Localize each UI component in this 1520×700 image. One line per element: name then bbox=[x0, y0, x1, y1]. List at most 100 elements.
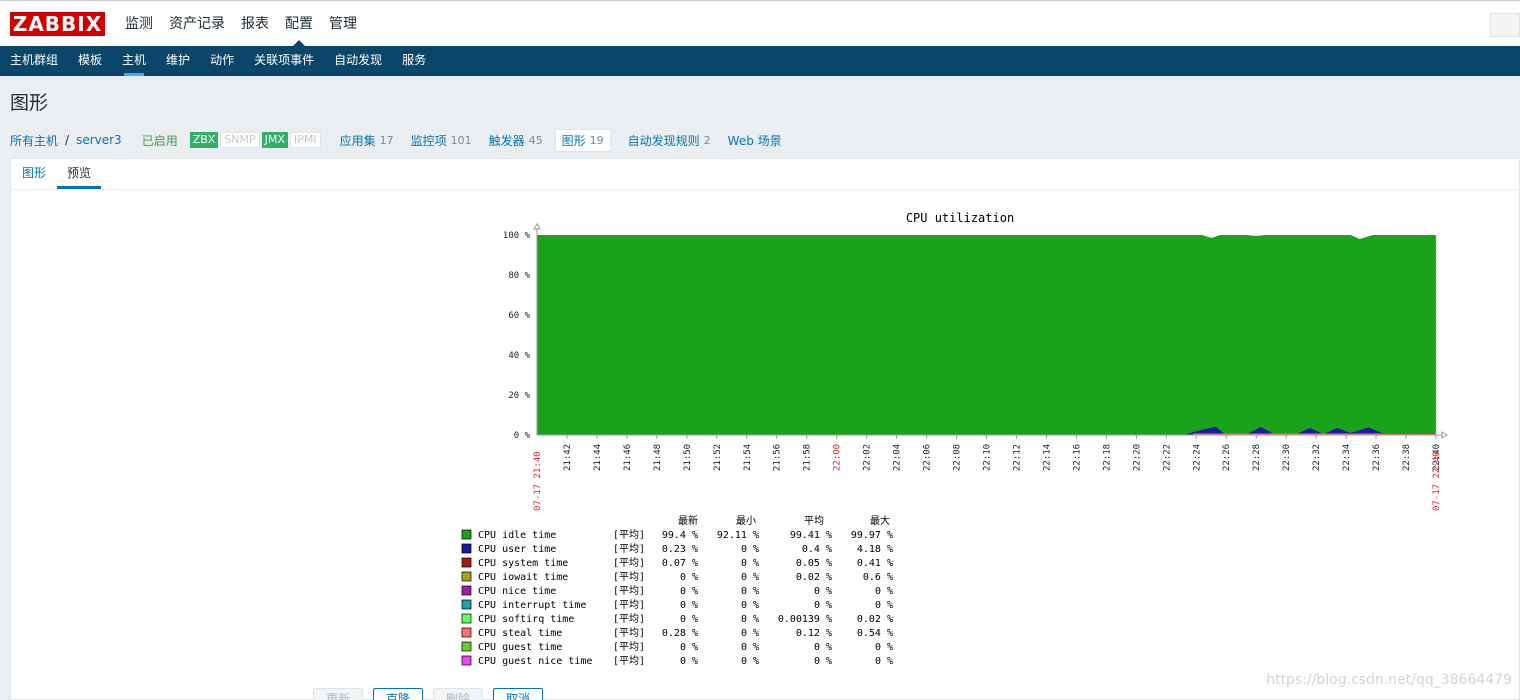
legend-swatch bbox=[461, 571, 472, 582]
legend-name: CPU softirq time bbox=[478, 614, 574, 625]
form-button[interactable]: 取消 bbox=[493, 688, 544, 700]
legend-value: 0 % bbox=[680, 600, 698, 611]
tab[interactable]: 预览 bbox=[57, 159, 102, 189]
top-menu-item[interactable]: 监测 bbox=[117, 1, 161, 47]
search-box[interactable] bbox=[1490, 13, 1520, 37]
host-link[interactable]: Web 场景 bbox=[728, 132, 782, 149]
breadcrumb-separator: / bbox=[65, 133, 70, 147]
sub-menu-item[interactable]: 主机 bbox=[112, 46, 156, 76]
legend-value: 0.07 % bbox=[662, 558, 698, 569]
legend-value: 4.18 % bbox=[857, 544, 893, 555]
legend-swatch bbox=[461, 529, 472, 540]
form-button[interactable]: 更新 bbox=[313, 688, 364, 700]
legend-value: 0 % bbox=[680, 656, 698, 667]
host-link[interactable]: 图形 19 bbox=[554, 128, 611, 152]
host-link-label: 图形 bbox=[561, 133, 586, 148]
top-menu-item[interactable]: 报表 bbox=[233, 1, 277, 47]
y-tick-label: 60 % bbox=[508, 311, 530, 321]
host-status[interactable]: 已启用 bbox=[142, 132, 178, 149]
x-tick-label: 22:38 bbox=[1402, 444, 1412, 471]
form-button[interactable]: 删除 bbox=[433, 688, 484, 700]
sub-menu-item[interactable]: 模板 bbox=[68, 46, 112, 76]
sub-menu-item[interactable]: 动作 bbox=[200, 46, 244, 76]
tab-bar: 图形 预览 bbox=[11, 159, 1520, 190]
x-tick-label: 21:58 bbox=[803, 444, 813, 471]
y-axis-arrow bbox=[533, 223, 541, 230]
sub-menu-item[interactable]: 服务 bbox=[392, 46, 436, 76]
x-tick-label: 22:14 bbox=[1042, 444, 1052, 471]
breadcrumb-all-hosts[interactable]: 所有主机 bbox=[10, 132, 58, 149]
legend-value: 0.12 % bbox=[796, 628, 832, 639]
legend-value: 99.4 % bbox=[662, 530, 698, 541]
host-link-label: Web 场景 bbox=[727, 133, 782, 148]
host-link-count: 17 bbox=[379, 133, 394, 147]
host-link[interactable]: 应用集 17 bbox=[340, 132, 394, 149]
form-buttons: 更新 克隆 删除 取消 bbox=[313, 688, 553, 700]
x-tick-label: 22:32 bbox=[1312, 444, 1322, 471]
legend-header: 最大 bbox=[870, 514, 890, 527]
x-tick-label: 22:10 bbox=[983, 444, 993, 471]
sub-menu-item[interactable]: 关联项事件 bbox=[244, 46, 324, 76]
legend-name: CPU user time bbox=[478, 544, 556, 555]
tab[interactable]: 图形 bbox=[12, 159, 56, 189]
legend-value: 99.97 % bbox=[851, 530, 893, 541]
y-tick-label: 20 % bbox=[508, 391, 530, 401]
x-tick-label: 22:22 bbox=[1162, 444, 1172, 471]
y-tick-label: 0 % bbox=[514, 431, 531, 441]
availability-badges: ZBX SNMP JMX IPMI bbox=[189, 132, 323, 148]
legend-value: 0.28 % bbox=[662, 628, 698, 639]
x-tick-label: 22:30 bbox=[1282, 444, 1292, 471]
top-menu-item[interactable]: 配置 bbox=[277, 1, 321, 47]
series-idle-area bbox=[537, 235, 1436, 435]
sub-menu-item[interactable]: 维护 bbox=[156, 46, 200, 76]
host-link[interactable]: 监控项 101 bbox=[411, 132, 472, 149]
cpu-utilization-graph: CPU utilization 100 % 80 % 60 % 40 % 20 % 0 % 2… bbox=[461, 211, 1448, 667]
legend-name: CPU steal time bbox=[478, 628, 562, 639]
legend-value: 0 % bbox=[741, 544, 759, 555]
legend-swatch bbox=[461, 641, 472, 652]
legend-swatch bbox=[461, 613, 472, 624]
host-link[interactable]: 触发器 45 bbox=[489, 132, 543, 149]
x-tick-label: 21:44 bbox=[593, 444, 603, 471]
legend-value: 0 % bbox=[741, 558, 759, 569]
x-tick-label: 21:48 bbox=[653, 444, 663, 471]
legend-func: [平均] bbox=[613, 655, 645, 667]
host-link[interactable]: 自动发现规则 2 bbox=[628, 132, 711, 149]
breadcrumb-host[interactable]: server3 bbox=[76, 133, 122, 147]
legend-value: 0 % bbox=[875, 600, 893, 611]
legend-value: 0 % bbox=[680, 614, 698, 625]
legend-value: 0 % bbox=[814, 600, 832, 611]
legend-value: 92.11 % bbox=[717, 530, 759, 541]
legend-value: 0.05 % bbox=[796, 558, 832, 569]
sub-menu-item[interactable]: 自动发现 bbox=[324, 46, 392, 76]
host-navigation: 所有主机 / server3 已启用 ZBX SNMP JMX IPMI 应用集 17 监… bbox=[10, 128, 782, 152]
legend-value: 0.00139 % bbox=[778, 614, 832, 625]
top-menu-item[interactable]: 管理 bbox=[321, 1, 365, 47]
x-tick-label: 22:24 bbox=[1192, 444, 1202, 471]
legend-value: 0 % bbox=[680, 572, 698, 583]
legend-value: 0 % bbox=[680, 586, 698, 597]
host-link-label: 应用集 bbox=[339, 133, 376, 148]
legend-value: 0 % bbox=[741, 586, 759, 597]
legend-value: 0 % bbox=[741, 642, 759, 653]
sub-menu-item[interactable]: 主机群组 bbox=[0, 46, 68, 76]
legend-value: 0.02 % bbox=[796, 572, 832, 583]
legend-value: 0.54 % bbox=[857, 628, 893, 639]
legend-func: [平均] bbox=[613, 627, 645, 639]
legend-value: 0.41 % bbox=[857, 558, 893, 569]
watermark: https://blog.csdn.net/qq_38664479 bbox=[1266, 672, 1512, 688]
top-menu-item[interactable]: 资产记录 bbox=[161, 1, 233, 47]
form-button[interactable]: 克隆 bbox=[373, 688, 424, 700]
legend-name: CPU idle time bbox=[478, 530, 556, 541]
sub-menu: 主机群组 模板 主机 维护 动作 关联项事件 自动发现 服务 bbox=[0, 46, 1520, 76]
y-tick-label: 40 % bbox=[508, 351, 530, 361]
y-tick-label: 80 % bbox=[508, 271, 530, 281]
zabbix-logo[interactable]: ZABBIX bbox=[10, 12, 105, 36]
legend-value: 0 % bbox=[741, 628, 759, 639]
x-tick-label: 21:42 bbox=[563, 444, 573, 471]
y-tick-label: 100 % bbox=[503, 231, 531, 241]
legend-name: CPU guest time bbox=[478, 642, 562, 653]
legend-value: 0 % bbox=[741, 656, 759, 667]
legend-swatch bbox=[461, 627, 472, 638]
availability-badge: SNMP bbox=[220, 132, 260, 148]
